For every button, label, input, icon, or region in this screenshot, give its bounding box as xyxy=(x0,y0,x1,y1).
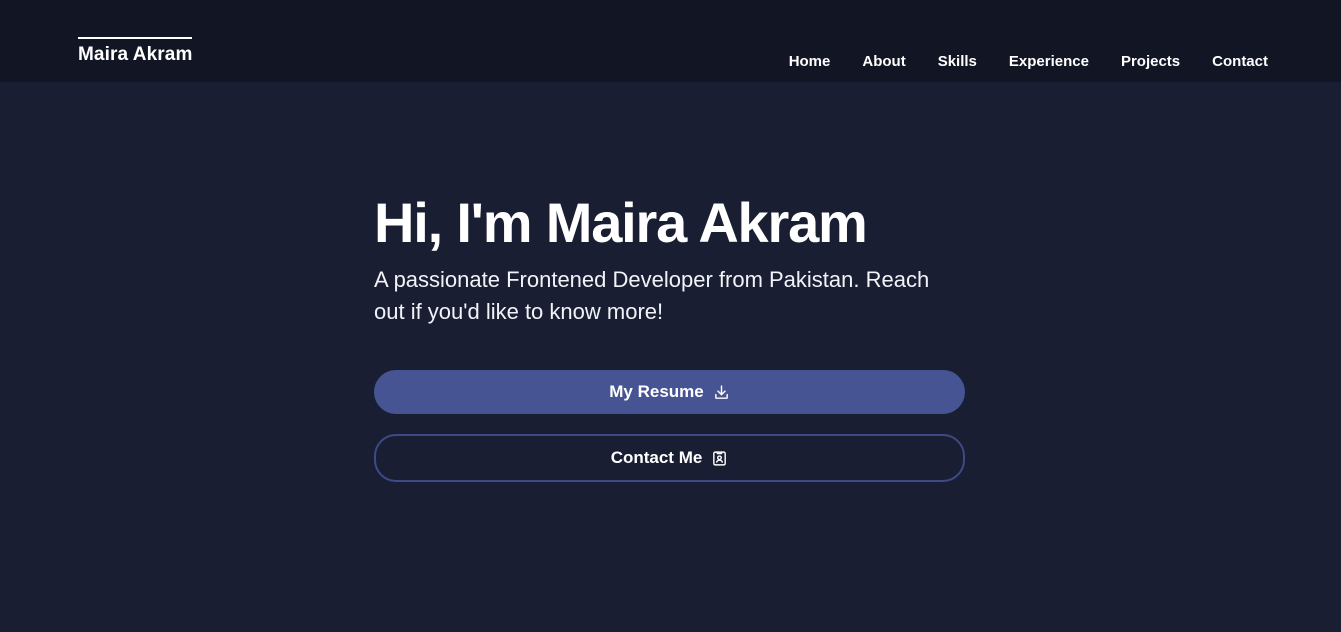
contact-me-button-label: Contact Me xyxy=(610,448,703,467)
nav-link-home[interactable]: Home xyxy=(789,53,831,70)
nav-link-about[interactable]: About xyxy=(862,53,905,70)
hero-subtitle: A passionate Frontened Developer from Pa… xyxy=(374,267,930,324)
nav-link-skills[interactable]: Skills xyxy=(938,53,977,70)
nav-link-projects[interactable]: Projects xyxy=(1121,53,1180,70)
hero-section: Hi, I'm Maira Akram A passionate Fronten… xyxy=(374,188,965,328)
resume-button-label: My Resume xyxy=(609,382,704,401)
contact-me-button[interactable]: Contact Me xyxy=(374,434,965,482)
nav-link-experience[interactable]: Experience xyxy=(1009,53,1089,70)
nav-link-contact[interactable]: Contact xyxy=(1212,53,1268,70)
navbar: Maira Akram Home About Skills Experience… xyxy=(0,0,1341,82)
resume-button[interactable]: My Resume xyxy=(374,370,965,414)
download-icon xyxy=(713,384,730,401)
nav-links: Home About Skills Experience Projects Co… xyxy=(757,53,1268,70)
contact-card-icon xyxy=(711,450,728,467)
brand-logo[interactable]: Maira Akram xyxy=(78,37,193,66)
hero-title: Hi, I'm Maira Akram xyxy=(374,191,868,254)
